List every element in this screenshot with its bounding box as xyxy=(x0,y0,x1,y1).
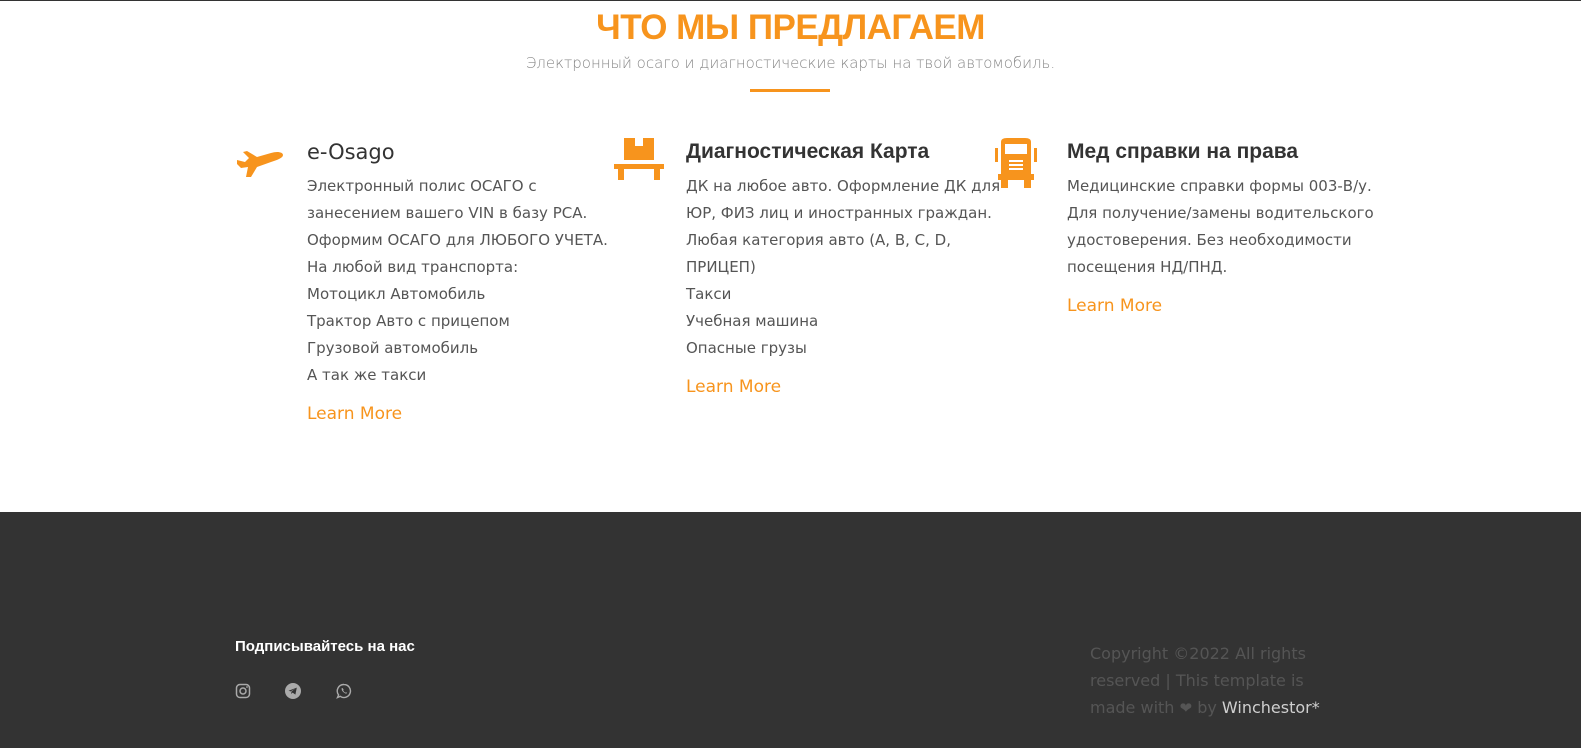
whatsapp-icon[interactable] xyxy=(336,683,352,699)
truck-icon xyxy=(995,138,1037,193)
service-text-line: ЮР, ФИЗ лиц и иностранных граждан. xyxy=(686,204,992,222)
service-text-line: На любой вид транспорта: xyxy=(307,258,519,276)
copyright-made-with: made with xyxy=(1090,698,1175,717)
copyright-line: reserved | This template is xyxy=(1090,671,1304,690)
service-title: Мед справки на права xyxy=(1067,140,1299,163)
copyright-by: by xyxy=(1197,698,1217,717)
learn-more-link[interactable]: Learn More xyxy=(307,404,402,424)
service-text-line: ПРИЦЕП) xyxy=(686,258,756,276)
service-text-line: посещения НД/ПНД. xyxy=(1067,258,1228,276)
follow-us-heading: Подписывайтесь на нас xyxy=(235,638,415,655)
section-subtitle: Электронный осаго и диагностические карт… xyxy=(525,54,1056,72)
service-title: e-Osago xyxy=(307,140,395,164)
heart-icon: ❤ xyxy=(1179,699,1193,717)
service-text-line: Опасные грузы xyxy=(686,339,807,357)
service-text-line: удостоверения. Без необходимости xyxy=(1067,231,1352,249)
service-text-line: Трактор Авто с прицепом xyxy=(307,312,510,330)
service-text-line: Мотоцикл Автомобиль xyxy=(307,285,486,303)
learn-more-link[interactable]: Learn More xyxy=(1067,296,1162,316)
service-text-line: Учебная машина xyxy=(686,312,819,330)
forklift-box-icon xyxy=(614,138,664,187)
telegram-icon[interactable] xyxy=(285,683,301,699)
service-title: Диагностическая Карта xyxy=(686,140,930,163)
copyright-line: Copyright ©2022 All rights xyxy=(1090,644,1306,663)
copyright: Copyright ©2022 All rights reserved | Th… xyxy=(1090,640,1340,722)
service-text-line: А так же такси xyxy=(307,366,427,384)
service-text-line: занесением вашего VIN в базу РСА. xyxy=(307,204,588,222)
service-text-line: Оформим ОСАГО для ЛЮБОГО УЧЕТА. xyxy=(307,231,608,249)
footer: Подписывайтесь на нас Copyright ©2022 Al… xyxy=(0,512,1581,748)
service-text-line: Для получение/замены водительского xyxy=(1067,204,1374,222)
instagram-icon[interactable] xyxy=(235,683,251,699)
services-section: ЧТО МЫ ПРЕДЛАГАЕМ Электронный осаго и ди… xyxy=(0,1,1581,512)
service-text-line: ДК на любое авто. Оформление ДК для xyxy=(686,177,1001,195)
service-text-line: Такси xyxy=(686,285,732,303)
learn-more-link[interactable]: Learn More xyxy=(686,377,781,397)
service-text-line: Электронный полис ОСАГО с xyxy=(307,177,537,195)
service-text-line: Грузовой автомобиль xyxy=(307,339,479,357)
service-text-line: Любая категория авто (A, B, C, D, xyxy=(686,231,951,249)
brand-link[interactable]: Winchestor* xyxy=(1222,698,1320,717)
section-title: ЧТО МЫ ПРЕДЛАГАЕМ xyxy=(596,8,985,47)
service-text-line: Медицинские справки формы 003-В/у. xyxy=(1067,177,1372,195)
airplane-icon xyxy=(235,138,285,183)
title-divider xyxy=(750,89,830,92)
